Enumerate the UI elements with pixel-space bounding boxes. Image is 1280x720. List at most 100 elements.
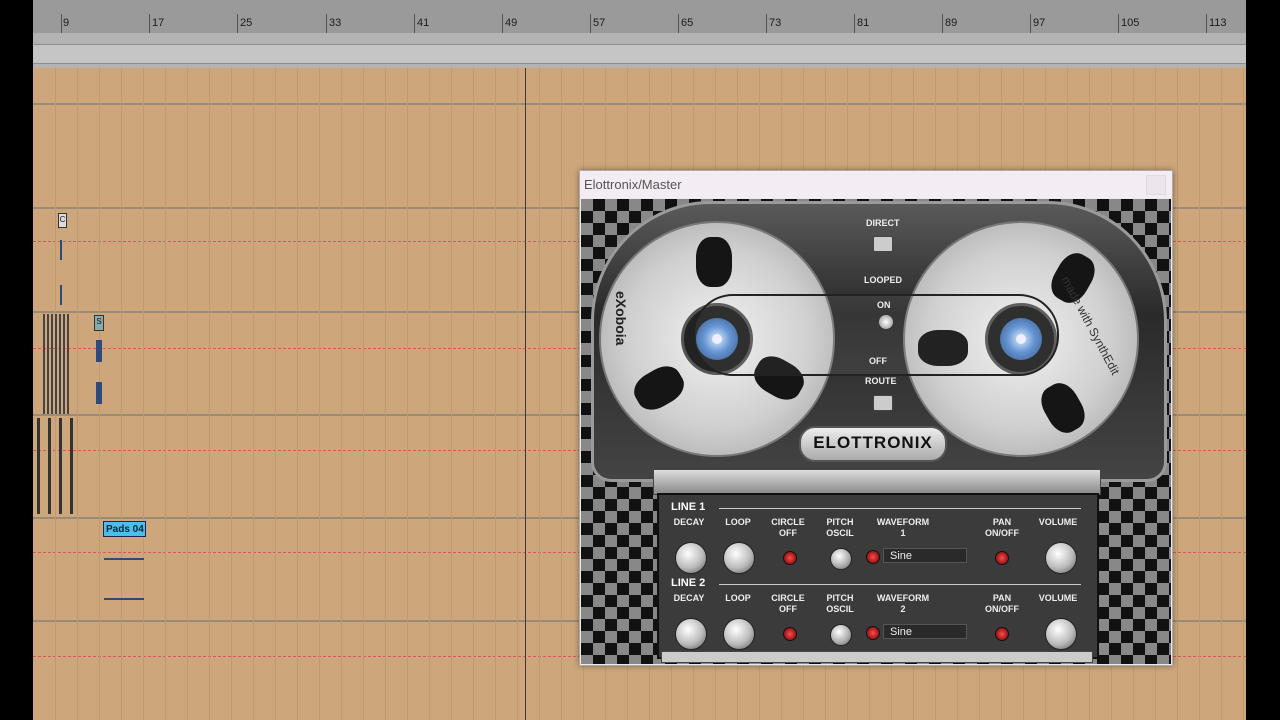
looped-label: LOOPED xyxy=(864,275,903,285)
waveform xyxy=(55,314,57,414)
line1-header: LINE 1 xyxy=(671,501,706,513)
grid-line xyxy=(407,68,408,720)
ruler-label: 25 xyxy=(240,17,253,29)
close-button[interactable] xyxy=(1146,175,1166,195)
line1-rule xyxy=(719,508,1081,509)
line2-waveform-select[interactable]: Sine xyxy=(883,624,967,639)
grid-line xyxy=(1221,68,1222,720)
grid-line xyxy=(209,68,210,720)
plugin-titlebar[interactable]: Elottronix/Master xyxy=(580,171,1172,198)
grid-line xyxy=(297,68,298,720)
grid-line xyxy=(495,68,496,720)
on-off-switch[interactable] xyxy=(879,315,893,329)
ruler-tick xyxy=(590,14,591,33)
ruler-tick xyxy=(942,14,943,33)
grid-line xyxy=(1243,68,1244,720)
ruler-tick xyxy=(766,14,767,33)
direct-looped-switch[interactable] xyxy=(873,236,893,252)
grid-line xyxy=(429,68,430,720)
ruler-label: 57 xyxy=(593,17,606,29)
line1-decay-label: DECAY xyxy=(673,517,705,527)
line2-loop-knob[interactable] xyxy=(723,618,755,650)
on-label: ON xyxy=(877,300,891,310)
loop-band xyxy=(33,44,1246,64)
reel-hole xyxy=(628,359,690,417)
left-margin xyxy=(0,0,33,720)
right-margin xyxy=(1246,0,1280,720)
line1-volume-knob[interactable] xyxy=(1045,542,1077,574)
line2-volume-label: VOLUME xyxy=(1038,593,1078,603)
grid-line xyxy=(517,68,518,720)
line1-pitch-knob[interactable] xyxy=(830,548,852,570)
grid-line xyxy=(1177,68,1178,720)
grid-line xyxy=(363,68,364,720)
plugin-content: eXoboia made with SynthEdit DIRECT LOOPE… xyxy=(581,199,1171,664)
ruler-label: 97 xyxy=(1033,17,1046,29)
grid-line xyxy=(561,68,562,720)
line1-pitch-label: PITCH OSCIL xyxy=(826,517,854,538)
line2-waveform-led[interactable] xyxy=(866,626,880,640)
waveform xyxy=(37,418,40,514)
ruler-tick xyxy=(414,14,415,33)
ruler-label: 65 xyxy=(681,17,694,29)
timeline-ruler[interactable]: 9 17 25 33 41 49 57 65 73 81 89 97 105 1… xyxy=(33,0,1246,34)
line2-header: LINE 2 xyxy=(671,577,706,589)
line2-pitch-knob[interactable] xyxy=(830,624,852,646)
line1-circle-led[interactable] xyxy=(783,551,797,565)
waveform xyxy=(96,340,102,362)
loop-region-bar[interactable] xyxy=(33,33,1246,68)
ruler-label: 41 xyxy=(417,17,430,29)
line2-circle-led[interactable] xyxy=(783,627,797,641)
ruler-tick xyxy=(678,14,679,33)
grid-line xyxy=(341,68,342,720)
line1-waveform-led[interactable] xyxy=(866,550,880,564)
playhead[interactable] xyxy=(525,68,526,720)
line1-decay-knob[interactable] xyxy=(675,542,707,574)
line2-pan-led[interactable] xyxy=(995,627,1009,641)
grid-line xyxy=(385,68,386,720)
pads-clip[interactable]: Pads 04 xyxy=(103,521,146,537)
line2-waveform-label: WAVEFORM 2 xyxy=(876,593,930,614)
grid-line xyxy=(539,68,540,720)
clip-marker[interactable]: C xyxy=(58,213,67,228)
grid-line xyxy=(77,68,78,720)
ruler-tick xyxy=(237,14,238,33)
route-switch[interactable] xyxy=(873,395,893,411)
ruler-label: 49 xyxy=(505,17,518,29)
waveform xyxy=(104,598,144,600)
ruler-tick xyxy=(1030,14,1031,33)
grid-line xyxy=(275,68,276,720)
grid-line xyxy=(143,68,144,720)
plugin-title: Elottronix/Master xyxy=(584,177,682,192)
waveform xyxy=(70,418,73,514)
line1-loop-knob[interactable] xyxy=(723,542,755,574)
ruler-label: 9 xyxy=(63,17,70,29)
line1-waveform-select[interactable]: Sine xyxy=(883,548,967,563)
waveform xyxy=(48,418,51,514)
exoboia-logo: eXoboia xyxy=(613,291,629,346)
plugin-window[interactable]: Elottronix/Master eXoboia made with Synt… xyxy=(579,170,1173,666)
grid-line xyxy=(165,68,166,720)
line2-volume-knob[interactable] xyxy=(1045,618,1077,650)
ruler-tick xyxy=(149,14,150,33)
ruler-label: 113 xyxy=(1209,17,1227,29)
line1-pan-led[interactable] xyxy=(995,551,1009,565)
grid-line xyxy=(473,68,474,720)
ruler-tick xyxy=(61,14,62,33)
clip-marker[interactable]: S xyxy=(94,315,104,331)
ruler-tick xyxy=(1206,14,1207,33)
line2-pan-label: PAN ON/OFF xyxy=(985,593,1019,614)
ruler-label: 33 xyxy=(329,17,342,29)
line2-pitch-label: PITCH OSCIL xyxy=(826,593,854,614)
waveform xyxy=(67,314,69,414)
route-label: ROUTE xyxy=(865,376,897,386)
reel-hole xyxy=(1034,377,1092,439)
line2-decay-knob[interactable] xyxy=(675,618,707,650)
ruler-label: 105 xyxy=(1121,17,1140,29)
line2-circle-label: CIRCLE OFF xyxy=(771,593,805,614)
line2-decay-label: DECAY xyxy=(673,593,705,603)
waveform xyxy=(47,314,49,414)
waveform xyxy=(104,558,144,560)
direct-label: DIRECT xyxy=(866,218,900,228)
waveform xyxy=(60,285,62,305)
